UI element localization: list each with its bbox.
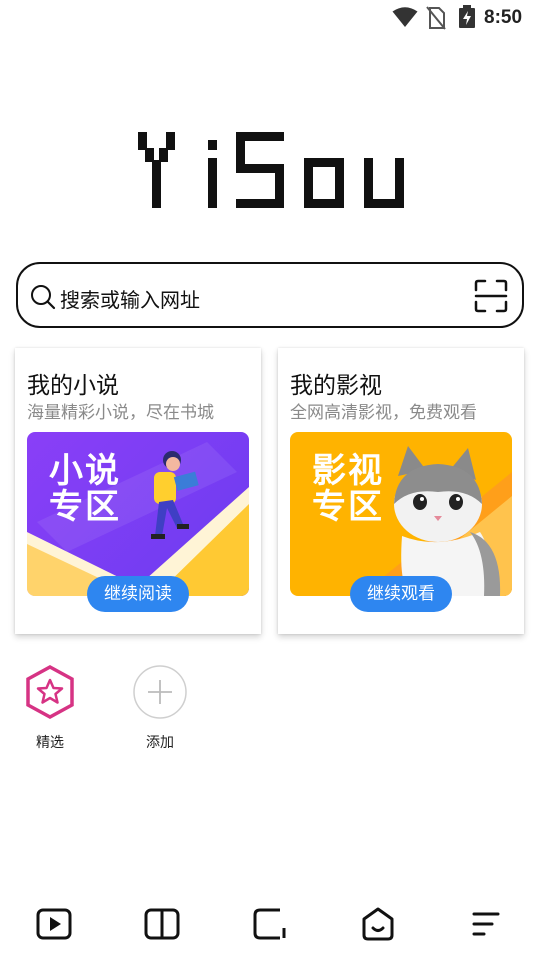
shortcut-featured[interactable]: 精选 [15,664,85,752]
novel-card-title: 我的小说 [27,373,119,399]
bottom-navigation [0,896,540,956]
video-banner-line1: 影视 [312,451,384,491]
book-icon[interactable] [142,904,182,944]
play-icon[interactable] [34,904,74,944]
wifi-icon [392,7,418,27]
video-banner[interactable]: 影视 专区 [290,432,512,596]
app-logo [138,132,404,208]
tabs-icon[interactable] [250,904,290,944]
no-sim-icon [426,6,446,30]
home-icon[interactable] [358,904,398,944]
status-bar: 8:50 [0,0,540,36]
novel-banner[interactable]: 小说 专区 [27,432,249,596]
video-card-title: 我的影视 [290,373,382,399]
battery-charging-icon [459,5,475,28]
search-bar[interactable]: 搜索或输入网址 [16,262,524,328]
menu-icon[interactable] [466,904,506,944]
search-icon [31,285,56,310]
video-card[interactable]: 我的影视 全网高清影视，免费观看 影视 专区 继续观看 [278,348,524,634]
novel-banner-line1: 小说 [49,451,121,491]
continue-watching-button[interactable]: 继续观看 [350,576,452,612]
shortcut-add-label: 添加 [146,735,174,751]
plus-circle-icon [133,665,187,719]
shortcut-add[interactable]: 添加 [125,664,195,752]
novel-card[interactable]: 我的小说 海量精彩小说，尽在书城 小说 专区 继续阅读 [15,348,261,634]
star-hexagon-icon [26,665,74,719]
video-banner-line2: 专区 [312,487,384,527]
novel-card-subtitle: 海量精彩小说，尽在书城 [27,403,214,423]
search-placeholder[interactable]: 搜索或输入网址 [60,284,200,313]
shortcut-featured-label: 精选 [36,735,64,751]
video-card-subtitle: 全网高清影视，免费观看 [290,403,477,423]
novel-banner-line2: 专区 [49,487,121,527]
scan-icon[interactable] [474,279,508,313]
status-time: 8:50 [484,7,523,28]
continue-reading-button[interactable]: 继续阅读 [87,576,189,612]
